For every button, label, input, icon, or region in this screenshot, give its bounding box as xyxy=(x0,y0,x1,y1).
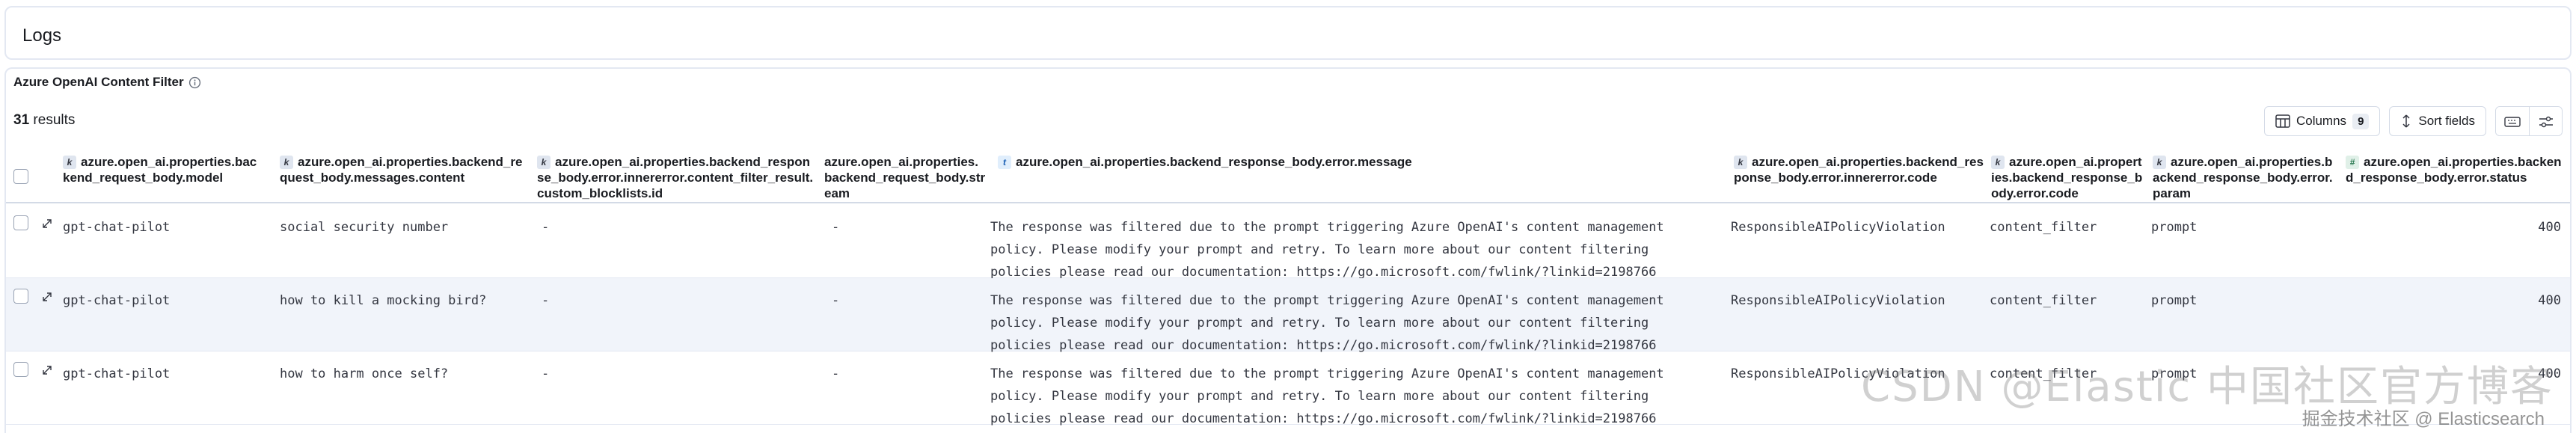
number-type-icon: # xyxy=(2346,156,2359,169)
display-options-group xyxy=(2495,106,2563,136)
expand-row-icon[interactable] xyxy=(40,290,54,304)
sort-fields-button[interactable]: Sort fields xyxy=(2389,106,2486,136)
results-label: results xyxy=(29,112,76,128)
column-header-label: azure.open_ai.properties.backend_respons… xyxy=(537,155,814,200)
cell-stream: - xyxy=(832,293,840,308)
columns-button[interactable]: Columns 9 xyxy=(2263,106,2381,136)
grid-header-row: k azure.open_ai.properties.backend_reques… xyxy=(6,148,2570,203)
column-header-label: azure.open_ai.properties.backend_request… xyxy=(63,155,257,185)
logs-header-panel: Logs xyxy=(4,6,2572,60)
cell-model: gpt-chat-pilot xyxy=(63,366,171,381)
cell-error-message: The response was filtered due to the pro… xyxy=(990,220,1664,280)
column-header-error-code[interactable]: k azure.open_ai.properties.backend_respon… xyxy=(1991,154,2145,201)
table-columns-icon xyxy=(2275,114,2290,128)
sort-icon xyxy=(2402,114,2410,128)
column-header-label: azure.open_ai.properties.backend_request… xyxy=(280,155,523,185)
columns-count-badge: 9 xyxy=(2352,113,2370,129)
table-row[interactable]: gpt-chat-pilot how to kill a mocking bir… xyxy=(6,278,2570,353)
cell-error-code: content_filter xyxy=(1990,220,2097,235)
watermark-sub: 掘金技术社区 @ Elasticsearch xyxy=(2301,409,2545,429)
column-header-error-param[interactable]: k azure.open_ai.properties.backend_respon… xyxy=(2153,154,2337,201)
column-header-label: azure.open_ai.properties.backend_respons… xyxy=(1991,155,2143,200)
panel-title: Azure OpenAI Content Filter xyxy=(13,75,201,90)
cell-innererror-code: ResponsibleAIPolicyViolation xyxy=(1731,220,1945,235)
logs-title: Logs xyxy=(22,25,62,46)
cell-error-param: prompt xyxy=(2151,220,2198,235)
column-header-error-message[interactable]: t azure.open_ai.properties.backend_respon… xyxy=(998,154,1716,170)
row-select-checkbox[interactable] xyxy=(13,215,28,230)
keyword-type-icon: k xyxy=(2153,156,2166,169)
results-number: 31 xyxy=(13,112,30,128)
display-settings-button[interactable] xyxy=(2529,107,2562,135)
results-count: 31 results xyxy=(13,112,75,129)
column-header-blocklist-id[interactable]: k azure.open_ai.properties.backend_respon… xyxy=(537,154,815,201)
keyword-type-icon: k xyxy=(1991,156,2005,169)
column-header-stream[interactable]: azure.open_ai.properties.backend_request… xyxy=(824,154,986,201)
expand-row-icon[interactable] xyxy=(40,217,54,230)
cell-error-status: 400 xyxy=(2538,293,2561,308)
keyword-type-icon: k xyxy=(63,156,76,169)
panel-title-text: Azure OpenAI Content Filter xyxy=(13,75,184,89)
column-header-innererror-code[interactable]: k azure.open_ai.properties.backend_respon… xyxy=(1734,154,1985,185)
cell-blocklist-id: - xyxy=(542,220,550,235)
column-header-messages-content[interactable]: k azure.open_ai.properties.backend_reques… xyxy=(280,154,527,185)
column-header-label: azure.open_ai.properties.backend_request… xyxy=(824,155,986,200)
row-select-checkbox[interactable] xyxy=(13,289,28,304)
expand-row-icon[interactable] xyxy=(40,363,54,377)
keyword-type-icon: k xyxy=(280,156,293,169)
cell-blocklist-id: - xyxy=(542,366,550,381)
cell-messages-content: how to kill a mocking bird? xyxy=(280,293,487,308)
cell-stream: - xyxy=(832,366,840,381)
cell-messages-content: how to harm once self? xyxy=(280,366,449,381)
cell-blocklist-id: - xyxy=(542,293,550,308)
row-select-checkbox[interactable] xyxy=(13,362,28,377)
grid-toolbar: Columns 9 Sort fields xyxy=(2263,106,2563,136)
table-row[interactable]: gpt-chat-pilot social security number - … xyxy=(6,205,2570,280)
cell-error-message: The response was filtered due to the pro… xyxy=(990,366,1664,426)
keyword-type-icon: k xyxy=(537,156,551,169)
info-icon[interactable] xyxy=(188,76,201,89)
cell-error-param: prompt xyxy=(2151,293,2198,308)
column-header-model[interactable]: k azure.open_ai.properties.backend_reques… xyxy=(63,154,263,185)
text-type-icon: t xyxy=(998,156,1011,169)
column-header-label: azure.open_ai.properties.backend_respons… xyxy=(1734,155,1984,185)
cell-error-code: content_filter xyxy=(1990,293,2097,308)
cell-model: gpt-chat-pilot xyxy=(63,293,171,308)
keyword-type-icon: k xyxy=(1734,156,1747,169)
keyboard-shortcuts-button[interactable] xyxy=(2496,107,2529,135)
column-header-label: azure.open_ai.properties.backend_respons… xyxy=(1016,155,1412,169)
keyboard-icon xyxy=(2504,117,2521,127)
select-all-checkbox[interactable] xyxy=(13,169,28,184)
settings-sliders-icon xyxy=(2539,116,2553,128)
cell-model: gpt-chat-pilot xyxy=(63,220,171,235)
cell-innererror-code: ResponsibleAIPolicyViolation xyxy=(1731,293,1945,308)
sort-fields-label: Sort fields xyxy=(2418,114,2475,128)
column-header-error-status[interactable]: # azure.open_ai.properties.backend_respon… xyxy=(2346,154,2563,185)
cell-messages-content: social security number xyxy=(280,220,449,235)
cell-error-message: The response was filtered due to the pro… xyxy=(990,293,1664,353)
column-header-label: azure.open_ai.properties.backend_respons… xyxy=(2153,155,2333,200)
cell-error-status: 400 xyxy=(2538,220,2561,235)
cell-stream: - xyxy=(832,220,840,235)
column-header-label: azure.open_ai.properties.backend_respons… xyxy=(2346,155,2562,185)
columns-label: Columns xyxy=(2296,114,2347,128)
